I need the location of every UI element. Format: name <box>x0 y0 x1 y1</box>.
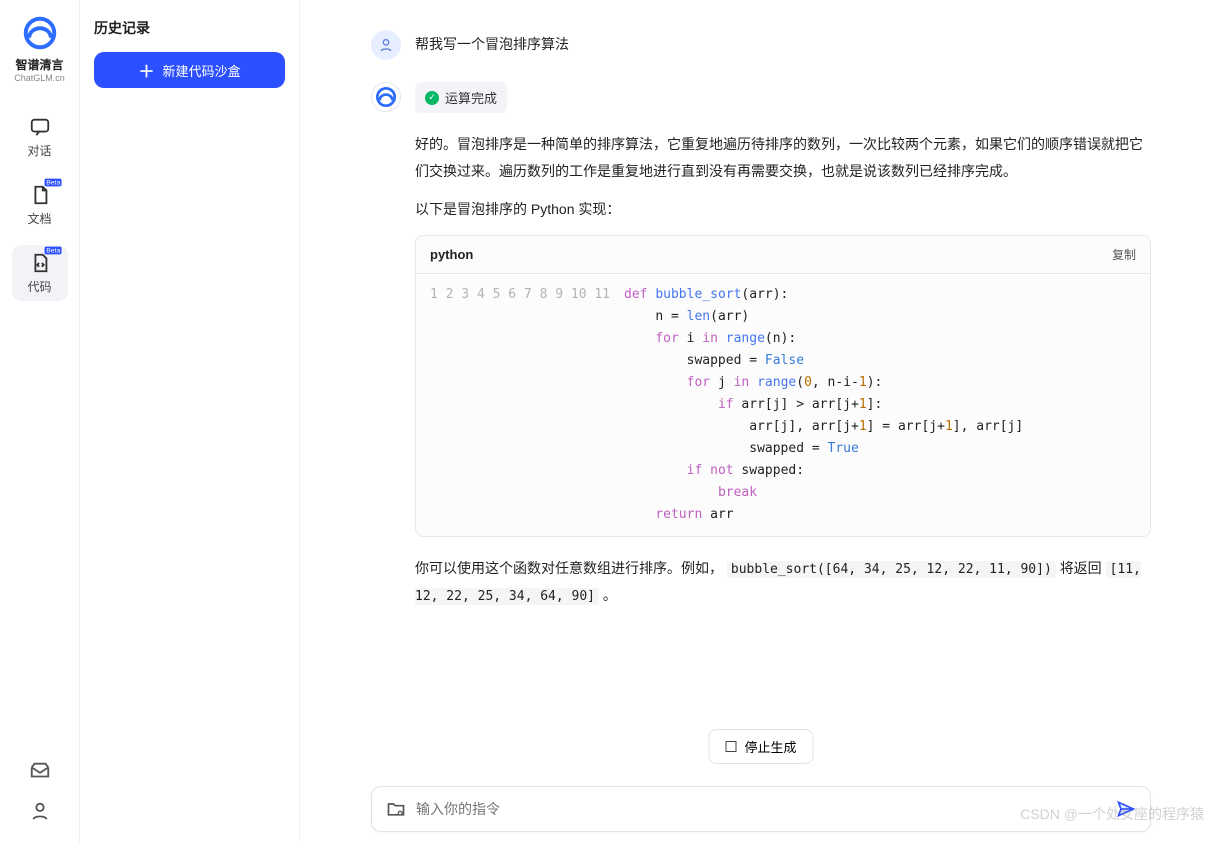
ai-logo-icon <box>373 84 399 110</box>
chat-icon <box>29 116 51 138</box>
code-header: python 复制 <box>416 236 1150 274</box>
ai-message: ✓ 运算完成 好的。冒泡排序是一种简单的排序算法，它重复地遍历待排序的数列，一次… <box>371 82 1151 622</box>
ai-card: ✓ 运算完成 好的。冒泡排序是一种简单的排序算法，它重复地遍历待排序的数列，一次… <box>415 82 1151 622</box>
ai-para: 你可以使用这个函数对任意数组进行排序。例如， bubble_sort([64, … <box>415 555 1151 610</box>
line-numbers: 1 2 3 4 5 6 7 8 9 10 11 <box>430 284 624 526</box>
plus-icon: ＋ <box>138 58 154 82</box>
status-chip: ✓ 运算完成 <box>415 82 507 113</box>
stop-icon <box>725 741 736 752</box>
code-block: python 复制 1 2 3 4 5 6 7 8 9 10 11 def bu… <box>415 235 1151 537</box>
ai-avatar <box>371 82 401 112</box>
send-icon[interactable] <box>1116 799 1136 819</box>
nav-rail: 智谱清言 ChatGLM.cn 对话 Beta 文档 Beta 代码 <box>0 0 80 842</box>
user-avatar <box>371 30 401 60</box>
user-icon[interactable] <box>29 800 51 822</box>
doc-icon <box>29 184 51 206</box>
code-body: 1 2 3 4 5 6 7 8 9 10 11 def bubble_sort(… <box>416 274 1150 536</box>
input-bar <box>371 786 1151 832</box>
nav-chat[interactable]: 对话 <box>12 109 68 165</box>
beta-badge: Beta <box>45 179 62 187</box>
code-icon <box>29 252 51 274</box>
sidebar: 历史记录 ＋ 新建代码沙盒 <box>80 0 300 842</box>
history-title: 历史记录 <box>94 18 285 38</box>
person-icon <box>378 37 394 53</box>
beta-badge: Beta <box>45 247 62 255</box>
nav-doc[interactable]: Beta 文档 <box>12 177 68 233</box>
check-icon: ✓ <box>425 91 439 105</box>
copy-button[interactable]: 复制 <box>1112 246 1136 263</box>
stop-generate-button[interactable]: 停止生成 <box>708 729 813 764</box>
chat-content: 帮我写一个冒泡排序算法 ✓ 运算完成 好的。冒泡排序是一种简单的排序算法，它重复… <box>300 0 1222 842</box>
attach-folder-icon[interactable] <box>386 799 406 819</box>
ai-para: 以下是冒泡排序的 Python 实现： <box>415 196 1151 223</box>
inline-code: bubble_sort([64, 34, 25, 12, 22, 11, 90]… <box>727 561 1056 578</box>
brand-name: 智谱清言 <box>15 56 63 73</box>
code-lines: def bubble_sort(arr): n = len(arr) for i… <box>624 284 1023 526</box>
user-message: 帮我写一个冒泡排序算法 <box>371 30 1151 60</box>
nav-code[interactable]: Beta 代码 <box>12 245 68 301</box>
user-text: 帮我写一个冒泡排序算法 <box>415 30 569 60</box>
rail-bottom <box>29 760 51 828</box>
brand-sub: ChatGLM.cn <box>14 73 65 83</box>
ai-para: 好的。冒泡排序是一种简单的排序算法，它重复地遍历待排序的数列，一次比较两个元素，… <box>415 131 1151 184</box>
code-lang: python <box>430 247 473 262</box>
inbox-icon[interactable] <box>29 760 51 782</box>
prompt-input[interactable] <box>416 801 1106 817</box>
main-area: 帮我写一个冒泡排序算法 ✓ 运算完成 好的。冒泡排序是一种简单的排序算法，它重复… <box>300 0 1222 842</box>
new-sandbox-button[interactable]: ＋ 新建代码沙盒 <box>94 52 285 88</box>
brand-logo <box>21 14 59 52</box>
